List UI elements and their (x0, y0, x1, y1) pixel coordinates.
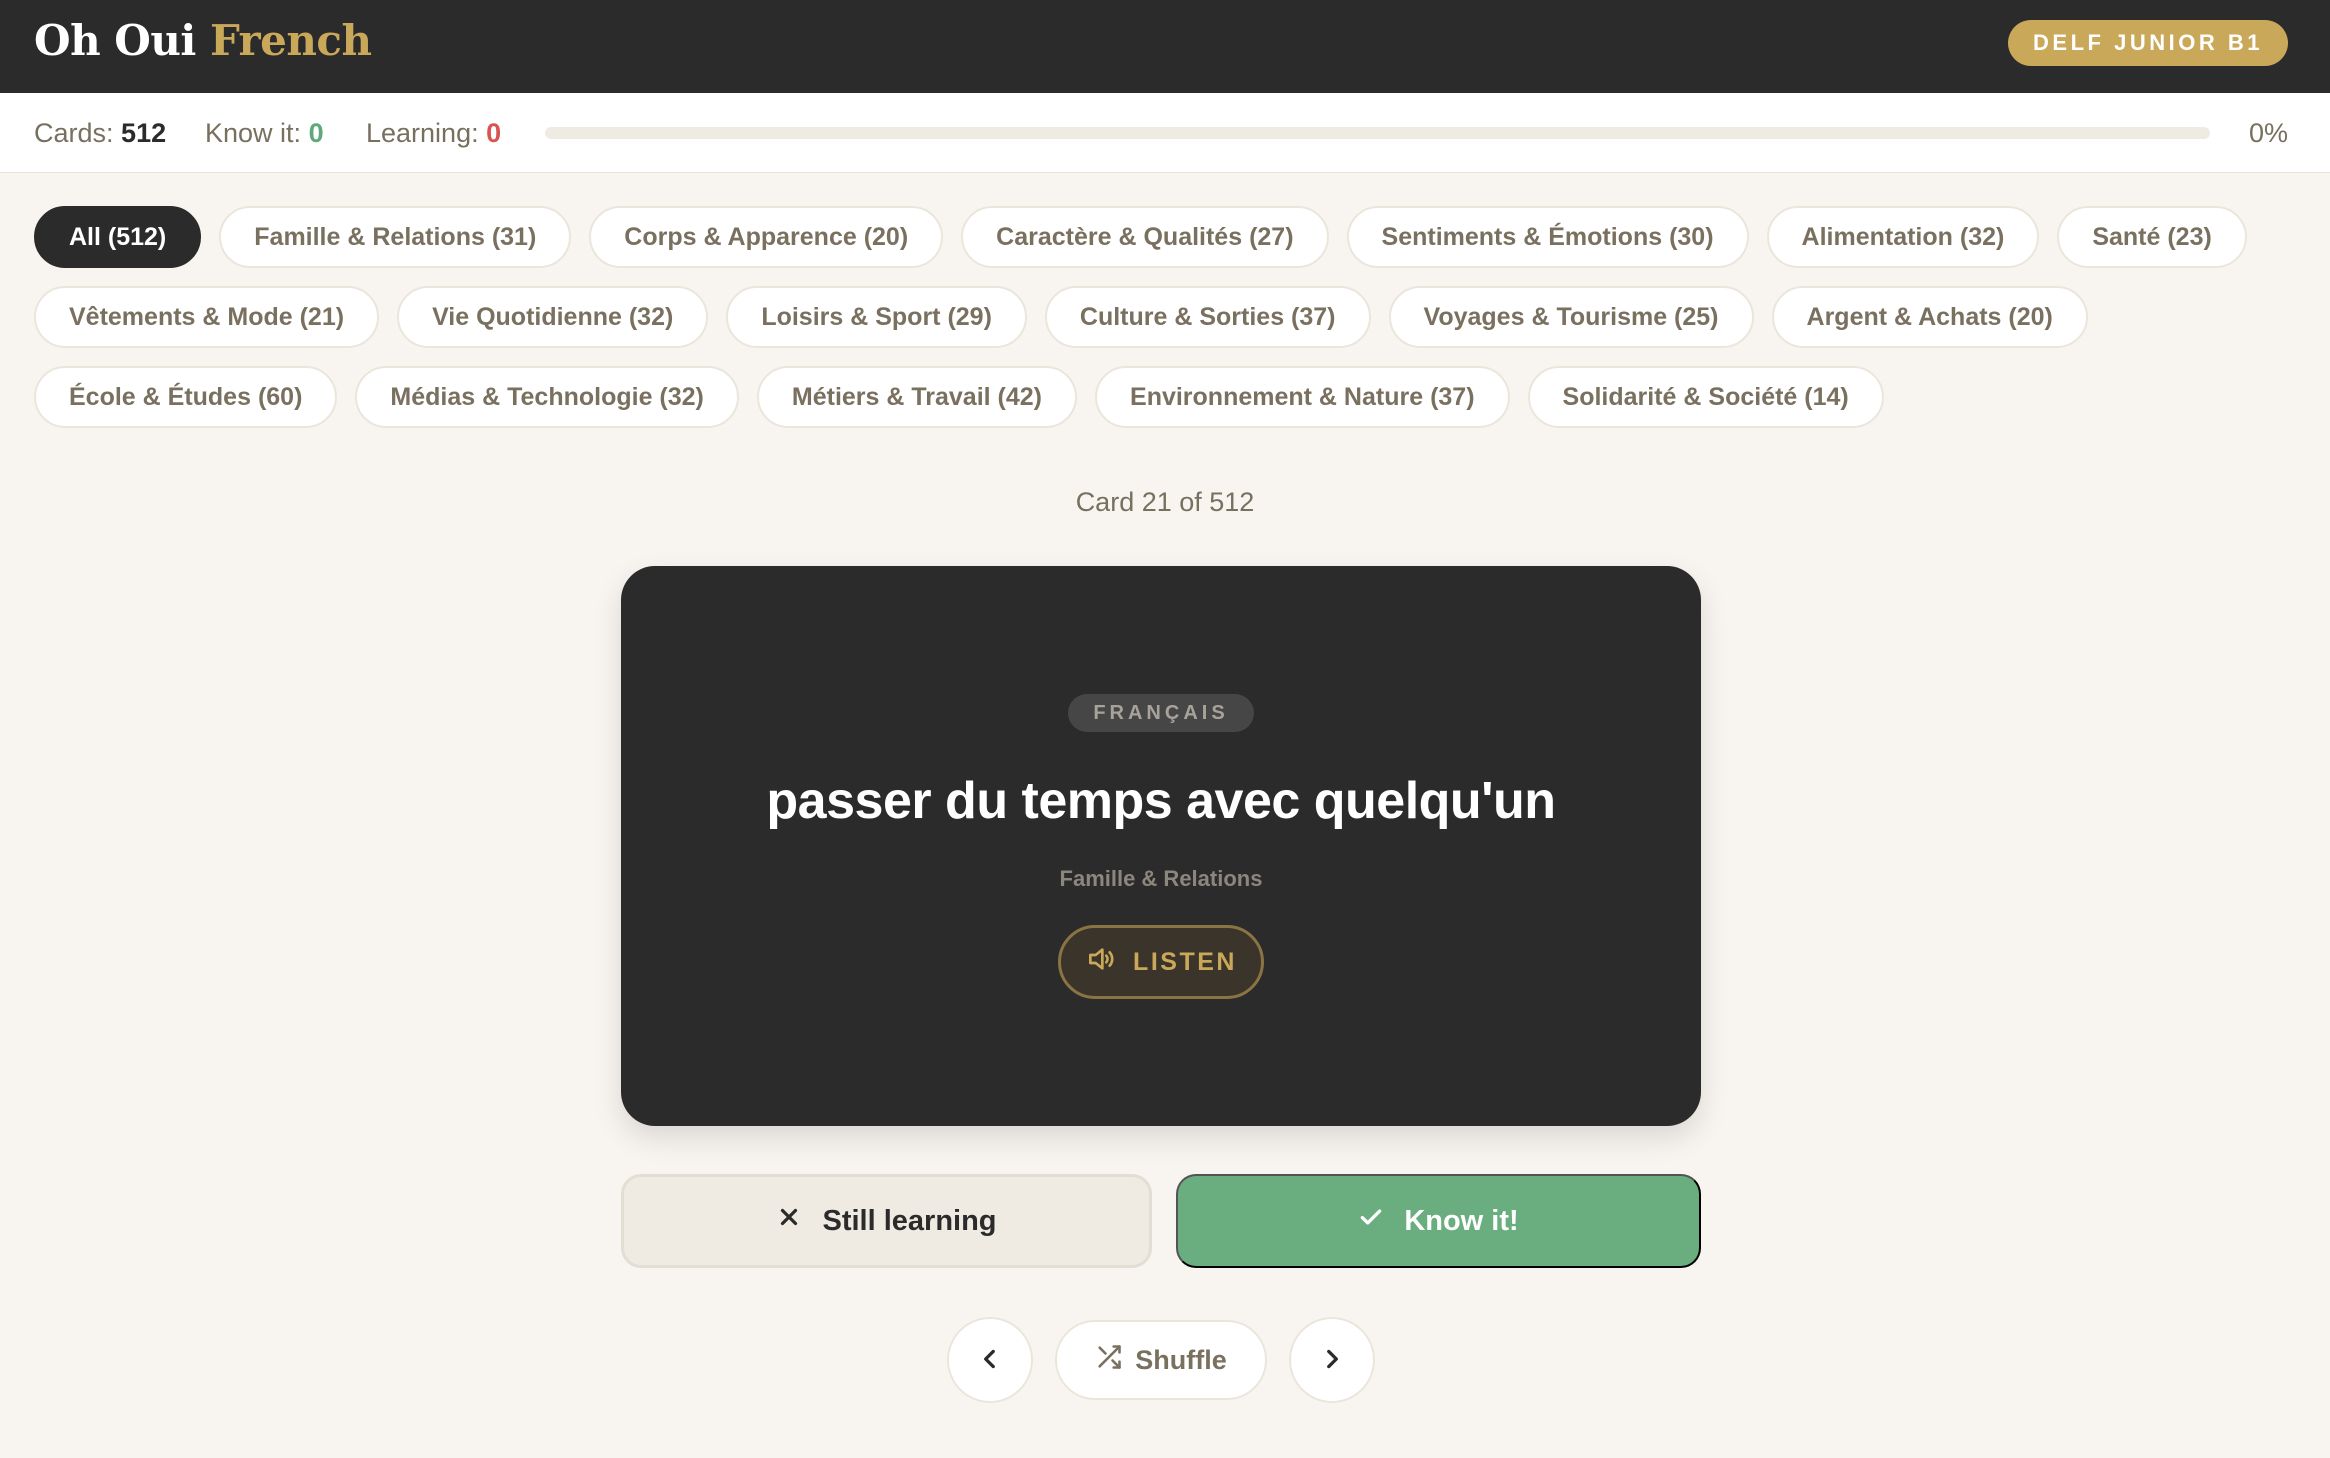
stat-learning-value: 0 (486, 118, 502, 148)
filter-chip[interactable]: Métiers & Travail (42) (756, 366, 1078, 428)
progress-percent: 0% (2248, 118, 2288, 148)
stat-cards-value: 512 (121, 118, 167, 148)
stat-know-it: Know it: 0 (205, 118, 324, 149)
filter-chip[interactable]: Loisirs & Sport (29) (726, 286, 1027, 348)
filter-chip[interactable]: Santé (23) (2057, 206, 2247, 268)
close-icon (776, 1204, 802, 1238)
filter-chip[interactable]: All (512) (34, 206, 202, 268)
language-badge: FRANÇAIS (1068, 694, 1254, 732)
listen-button[interactable]: LISTEN (1058, 925, 1264, 999)
stat-learning-label: Learning: (366, 118, 479, 148)
filter-chip[interactable]: Famille & Relations (31) (219, 206, 572, 268)
filter-chip[interactable]: École & Études (60) (34, 366, 338, 428)
filter-chip[interactable]: Voyages & Tourisme (25) (1388, 286, 1754, 348)
next-card-button[interactable] (1289, 1317, 1375, 1403)
stats-bar: Cards: 512 Know it: 0 Learning: 0 0% (0, 93, 2330, 173)
app-header: Oh Oui French DELF JUNIOR B1 (0, 0, 2330, 93)
still-learning-label: Still learning (822, 1204, 997, 1237)
know-it-label: Know it! (1404, 1204, 1519, 1237)
logo-accent: French (209, 16, 372, 65)
filter-chip[interactable]: Alimentation (32) (1766, 206, 2040, 268)
filter-chip[interactable]: Argent & Achats (20) (1771, 286, 2088, 348)
still-learning-button[interactable]: Still learning (621, 1174, 1152, 1268)
stat-cards-label: Cards: (34, 118, 114, 148)
category-filters: All (512) Famille & Relations (31) Corps &… (34, 206, 2296, 428)
filter-chip[interactable]: Sentiments & Émotions (30) (1346, 206, 1749, 268)
filter-chip[interactable]: Solidarité & Société (14) (1527, 366, 1884, 428)
listen-label: LISTEN (1133, 947, 1237, 976)
shuffle-button[interactable]: Shuffle (1055, 1320, 1267, 1400)
progress-bar (545, 127, 2210, 139)
previous-card-button[interactable] (947, 1317, 1033, 1403)
chevron-right-icon (1319, 1346, 1345, 1375)
filter-chip[interactable]: Culture & Sorties (37) (1044, 286, 1371, 348)
shuffle-label: Shuffle (1135, 1344, 1227, 1375)
flashcard[interactable]: FRANÇAIS passer du temps avec quelqu'un … (621, 566, 1701, 1126)
know-it-button[interactable]: Know it! (1176, 1174, 1701, 1268)
shuffle-icon (1095, 1343, 1123, 1378)
card-phrase: passer du temps avec quelqu'un (766, 772, 1556, 830)
filter-chip[interactable]: Corps & Apparence (20) (589, 206, 944, 268)
check-icon (1358, 1204, 1384, 1238)
card-category: Famille & Relations (1059, 866, 1263, 891)
card-counter: Card 21 of 512 (1075, 487, 1255, 517)
stat-cards: Cards: 512 (34, 118, 166, 149)
filter-chip[interactable]: Médias & Technologie (32) (355, 366, 739, 428)
filter-chip[interactable]: Environnement & Nature (37) (1095, 366, 1510, 428)
stat-learning: Learning: 0 (366, 118, 501, 149)
stat-know-label: Know it: (205, 118, 302, 148)
filter-chip[interactable]: Vie Quotidienne (32) (397, 286, 709, 348)
speaker-icon (1085, 943, 1117, 982)
stat-know-value: 0 (308, 118, 324, 148)
app-logo[interactable]: Oh Oui French (34, 16, 372, 65)
filter-chip[interactable]: Vêtements & Mode (21) (34, 286, 380, 348)
filter-chip[interactable]: Caractère & Qualités (27) (961, 206, 1329, 268)
logo-primary: Oh Oui (34, 16, 196, 65)
level-badge: DELF JUNIOR B1 (2008, 20, 2288, 66)
chevron-left-icon (977, 1346, 1003, 1375)
